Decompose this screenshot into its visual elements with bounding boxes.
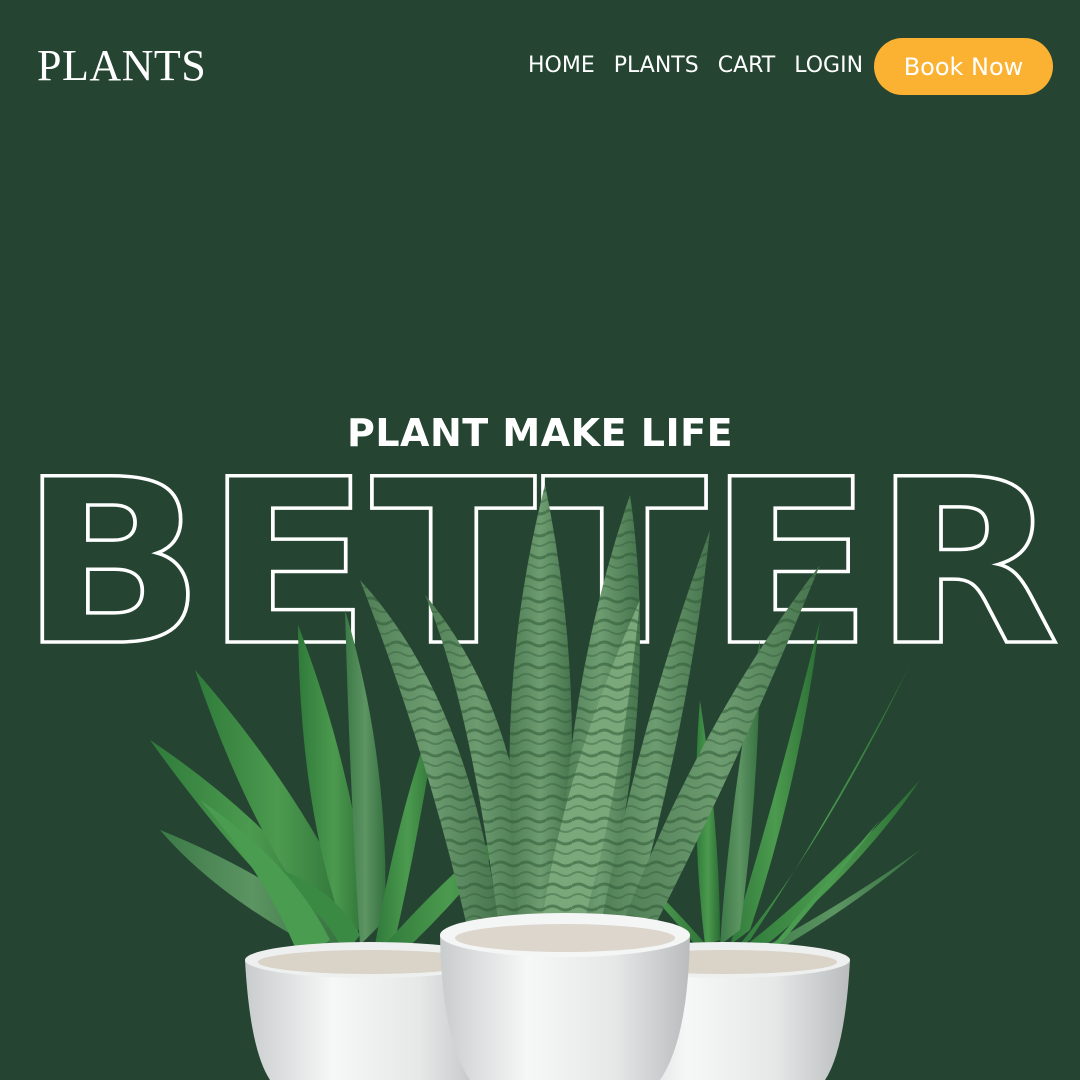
landing-page: PLANTS HOME PLANTS CART LOGIN Book Now P… — [0, 0, 1080, 1080]
snake-plant — [360, 485, 820, 940]
potted-plants-illustration — [150, 485, 920, 1080]
center-pot — [440, 913, 690, 1080]
